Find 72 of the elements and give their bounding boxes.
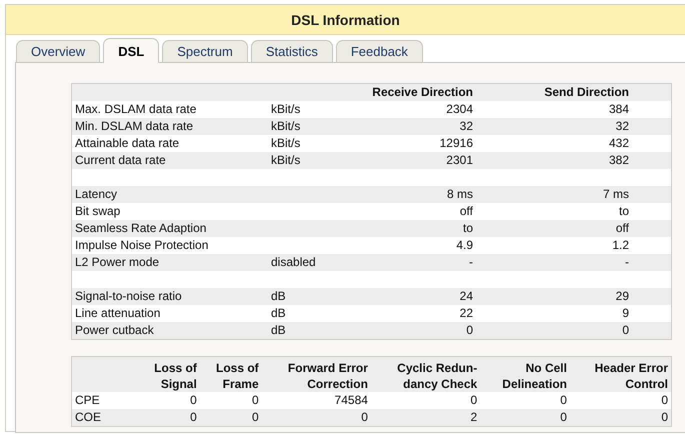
table-cell: off (616, 221, 629, 235)
unit-cell: dB (271, 323, 286, 337)
row-label: L2 Power mode (75, 255, 160, 269)
table-cell: 432 (608, 136, 629, 150)
table-cell: 24 (460, 289, 473, 303)
tab[interactable]: Spectrum (162, 40, 248, 62)
table-cell: 0 (190, 393, 197, 407)
table-cell: to (618, 204, 629, 218)
column-header: Loss of Signal (154, 361, 197, 391)
row-label: Impulse Noise Protection (75, 238, 208, 252)
table-cell: 0 (470, 393, 478, 407)
tab[interactable]: Statistics (250, 40, 333, 62)
unit-cell: dB (271, 306, 286, 320)
table-cell: 0 (560, 410, 567, 424)
table-cell: 0 (622, 323, 629, 337)
table-cell: 74584 (334, 393, 368, 407)
table-cell: - (625, 255, 629, 269)
column-header: No Cell Delineation (502, 361, 567, 391)
table-cell: 0 (560, 393, 567, 407)
table-cell: 2301 (446, 153, 473, 167)
row-label: Line attenuation (75, 306, 160, 320)
column-header: Header Error Control (594, 361, 668, 391)
row-label: Bit swap (75, 204, 120, 218)
table-cell: 1.2 (612, 238, 629, 252)
row-label: Min. DSLAM data rate (75, 119, 194, 133)
row-label: Power cutback (75, 323, 154, 337)
column-header: Loss of Frame (216, 361, 259, 391)
column-header: Forward Error Correction (288, 361, 368, 391)
table-cell: 12916 (440, 136, 473, 150)
table-cell: 7 ms (602, 187, 629, 201)
tab[interactable]: Overview (16, 40, 100, 62)
table-cell: 2 (470, 410, 478, 424)
table-cell: 0 (190, 410, 197, 424)
table-cell: 0 (661, 393, 668, 407)
table-cell: 9 (622, 306, 629, 320)
table-cell: 32 (460, 119, 473, 133)
table-cell: 2304 (446, 102, 473, 116)
table-cell: to (462, 221, 473, 235)
table-cell: 8 ms (446, 187, 473, 201)
unit-cell: kBit/s (271, 136, 300, 150)
row-label: Current data rate (75, 153, 166, 167)
row-label: CPE (75, 393, 100, 407)
unit-cell: kBit/s (271, 102, 300, 116)
table-cell: 29 (616, 289, 629, 303)
row-label: Signal-to-noise ratio (75, 289, 182, 303)
row-label: Seamless Rate Adaption (75, 221, 206, 235)
column-header: Send Direction (476, 84, 672, 101)
row-label: Latency (75, 187, 118, 201)
unit-cell: kBit/s (271, 153, 300, 167)
unit-cell: kBit/s (271, 119, 300, 133)
column-header: Receive Direction (320, 84, 476, 101)
table-cell: 22 (460, 306, 473, 320)
tab[interactable]: DSL (103, 38, 160, 63)
table-cell: 4.9 (456, 238, 473, 252)
row-label: Attainable data rate (75, 136, 180, 150)
row-label: COE (75, 410, 102, 424)
table-cell: - (469, 255, 473, 269)
column-header: Cyclic Redun- dancy Check (397, 361, 478, 391)
table-cell: 0 (466, 323, 473, 337)
row-label: Max. DSLAM data rate (75, 102, 196, 116)
table-cell: 0 (661, 410, 668, 424)
unit-cell: dB (271, 289, 286, 303)
table-cell: 384 (608, 102, 629, 116)
table-cell: 0 (252, 393, 259, 407)
table-cell: 0 (252, 410, 259, 424)
table-cell: off (460, 204, 473, 218)
window-title: DSL Information (6, 5, 685, 35)
table-cell: 32 (616, 119, 629, 133)
tab[interactable]: Feedback (336, 40, 423, 62)
table-cell: 382 (608, 153, 629, 167)
unit-cell: disabled (271, 255, 316, 269)
table-cell: 0 (361, 410, 368, 424)
